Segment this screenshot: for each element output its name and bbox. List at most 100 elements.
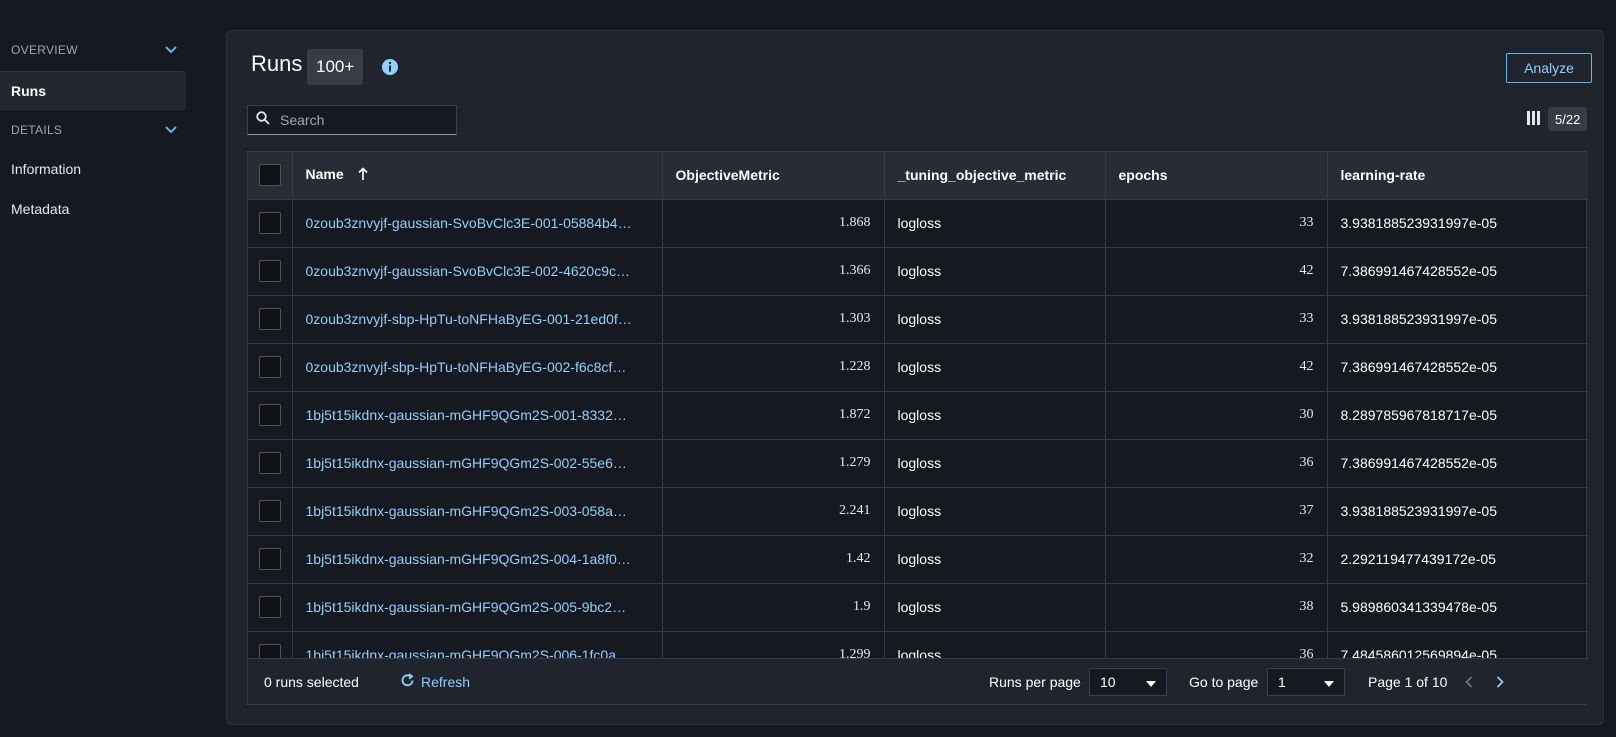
row-select-cell [248, 294, 293, 343]
row-checkbox[interactable] [258, 452, 281, 474]
table-row[interactable]: 0zoub3znvyjf-gaussian-SvoBvClc3E-002-462… [248, 246, 1588, 295]
run-name-link[interactable]: 0zoub3znvyjf-sbp-HpTu-toNFHaByEG-002-f6c… [306, 359, 627, 375]
column-header-name-label: Name [305, 166, 344, 183]
row-checkbox[interactable] [258, 500, 281, 522]
run-name-cell: 0zoub3znvyjf-sbp-HpTu-toNFHaByEG-001-21e… [292, 294, 663, 343]
learning-rate-cell: 7.386991467428552e-05 [1327, 246, 1588, 295]
learning-rate-cell: 8.289785967818717e-05 [1327, 390, 1588, 439]
refresh-label: Refresh [421, 673, 471, 690]
sort-ascending-icon[interactable] [358, 167, 368, 184]
row-checkbox[interactable] [258, 404, 281, 426]
objective-metric-cell: 1.42 [662, 534, 885, 583]
column-header-epochs[interactable]: epochs [1105, 152, 1328, 199]
column-header-name[interactable]: Name [292, 152, 663, 199]
run-name-link[interactable]: 1bj5t15ikdnx-gaussian-mGHF9QGm2S-005-9bc… [306, 599, 627, 615]
refresh-icon [400, 672, 415, 691]
learning-rate-cell: 2.292119477439172e-05 [1327, 534, 1588, 583]
objective-metric-cell: 1.279 [662, 438, 885, 487]
epochs-cell: 36 [1105, 438, 1328, 487]
epochs-cell: 33 [1105, 198, 1328, 247]
objective-metric-cell: 1.228 [662, 342, 885, 391]
tuning-objective-metric-cell: logloss [884, 438, 1106, 487]
row-checkbox[interactable] [258, 548, 281, 570]
sidebar-item-runs-label: Runs [11, 82, 46, 99]
details-label: DETAILS [11, 123, 63, 137]
row-checkbox[interactable] [258, 356, 281, 378]
objective-metric-cell: 1.872 [662, 390, 885, 439]
table-row[interactable]: 1bj5t15ikdnx-gaussian-mGHF9QGm2S-003-058… [248, 486, 1588, 535]
table-row[interactable]: 0zoub3znvyjf-sbp-HpTu-toNFHaByEG-002-f6c… [248, 342, 1588, 391]
row-select-cell [248, 342, 293, 391]
run-name-link[interactable]: 1bj5t15ikdnx-gaussian-mGHF9QGm2S-004-1a8… [306, 551, 631, 567]
run-name-cell: 1bj5t15ikdnx-gaussian-mGHF9QGm2S-002-55e… [292, 438, 663, 487]
refresh-button[interactable]: Refresh [400, 672, 471, 691]
row-select-cell [248, 438, 293, 487]
run-name-link[interactable]: 0zoub3znvyjf-sbp-HpTu-toNFHaByEG-001-21e… [306, 311, 632, 327]
sidebar-item-information[interactable]: Information [11, 161, 81, 177]
run-name-link[interactable]: 1bj5t15ikdnx-gaussian-mGHF9QGm2S-003-058… [306, 503, 627, 519]
runs-per-page-label: Runs per page [989, 673, 1081, 690]
epochs-cell: 38 [1105, 582, 1328, 631]
sidebar-item-metadata[interactable]: Metadata [11, 201, 69, 217]
page-title: Runs [251, 51, 303, 76]
table-row[interactable]: 1bj5t15ikdnx-gaussian-mGHF9QGm2S-002-55e… [248, 438, 1588, 487]
go-to-page-select[interactable]: 1 [1267, 667, 1345, 696]
run-name-link[interactable]: 1bj5t15ikdnx-gaussian-mGHF9QGm2S-001-833… [306, 407, 627, 423]
column-header-tuning-objective-metric[interactable]: _tuning_objective_metric [884, 152, 1106, 199]
learning-rate-cell: 3.938188523931997e-05 [1327, 198, 1588, 247]
run-name-cell: 0zoub3znvyjf-gaussian-SvoBvClc3E-002-462… [292, 246, 663, 295]
tuning-objective-metric-cell: logloss [884, 198, 1106, 247]
search-input[interactable] [280, 112, 450, 128]
columns-count-badge: 5/22 [1548, 107, 1588, 131]
table-row[interactable]: 1bj5t15ikdnx-gaussian-mGHF9QGm2S-004-1a8… [248, 534, 1588, 583]
run-name-link[interactable]: 0zoub3znvyjf-gaussian-SvoBvClc3E-001-058… [306, 215, 632, 231]
run-name-link[interactable]: 0zoub3znvyjf-gaussian-SvoBvClc3E-002-462… [306, 263, 631, 279]
objective-metric-cell: 1.9 [662, 582, 885, 631]
learning-rate-cell: 3.938188523931997e-05 [1327, 294, 1588, 343]
analyze-button[interactable]: Analyze [1506, 53, 1592, 83]
epochs-cell: 42 [1105, 246, 1328, 295]
tuning-objective-metric-cell: logloss [884, 342, 1106, 391]
tuning-objective-metric-cell: logloss [884, 246, 1106, 295]
column-header-objective-metric[interactable]: ObjectiveMetric [662, 152, 885, 199]
row-select-cell [248, 198, 293, 247]
runs-per-page-select[interactable]: 10 [1089, 667, 1167, 696]
epochs-cell: 42 [1105, 342, 1328, 391]
previous-page-icon[interactable] [1461, 674, 1477, 690]
row-checkbox[interactable] [258, 596, 281, 618]
tuning-objective-metric-cell: logloss [884, 486, 1106, 535]
info-icon[interactable] [381, 58, 399, 76]
page-info: Page 1 of 10 [1368, 673, 1448, 690]
chevron-down-icon[interactable] [161, 120, 181, 140]
column-header-learning-rate[interactable]: learning-rate [1327, 152, 1588, 199]
next-page-icon[interactable] [1492, 674, 1508, 690]
table-row[interactable]: 0zoub3znvyjf-sbp-HpTu-toNFHaByEG-001-21e… [248, 294, 1588, 343]
objective-metric-cell: 1.868 [662, 198, 885, 247]
row-select-cell [248, 390, 293, 439]
row-checkbox[interactable] [258, 308, 281, 330]
sidebar-section-details[interactable]: DETAILS [11, 120, 181, 140]
search-box[interactable] [247, 105, 457, 135]
table-header-row: Name ObjectiveMetric _tuning_objective_m… [248, 152, 1588, 199]
run-name-link[interactable]: 1bj5t15ikdnx-gaussian-mGHF9QGm2S-002-55e… [306, 455, 627, 471]
sidebar-section-overview[interactable]: OVERVIEW [11, 40, 181, 60]
chevron-down-icon[interactable] [161, 40, 181, 60]
table-footer: 0 runs selected Refresh Runs per page 10… [248, 658, 1588, 704]
row-select-cell [248, 246, 293, 295]
select-all-checkbox[interactable] [258, 164, 281, 187]
row-checkbox[interactable] [258, 260, 281, 282]
columns-icon[interactable] [1527, 111, 1541, 125]
table-row[interactable]: 0zoub3znvyjf-gaussian-SvoBvClc3E-001-058… [248, 198, 1588, 247]
table-row[interactable]: 1bj5t15ikdnx-gaussian-mGHF9QGm2S-005-9bc… [248, 582, 1588, 631]
row-select-cell [248, 486, 293, 535]
objective-metric-cell: 1.366 [662, 246, 885, 295]
epochs-cell: 30 [1105, 390, 1328, 439]
row-select-cell [248, 534, 293, 583]
runs-per-page-value: 10 [1100, 673, 1116, 690]
table-row[interactable]: 1bj5t15ikdnx-gaussian-mGHF9QGm2S-001-833… [248, 390, 1588, 439]
sidebar-item-runs[interactable]: Runs [0, 71, 186, 110]
objective-metric-cell: 1.303 [662, 294, 885, 343]
selected-count: 0 runs selected [264, 673, 359, 690]
select-all-cell [248, 152, 293, 199]
row-checkbox[interactable] [258, 212, 281, 234]
